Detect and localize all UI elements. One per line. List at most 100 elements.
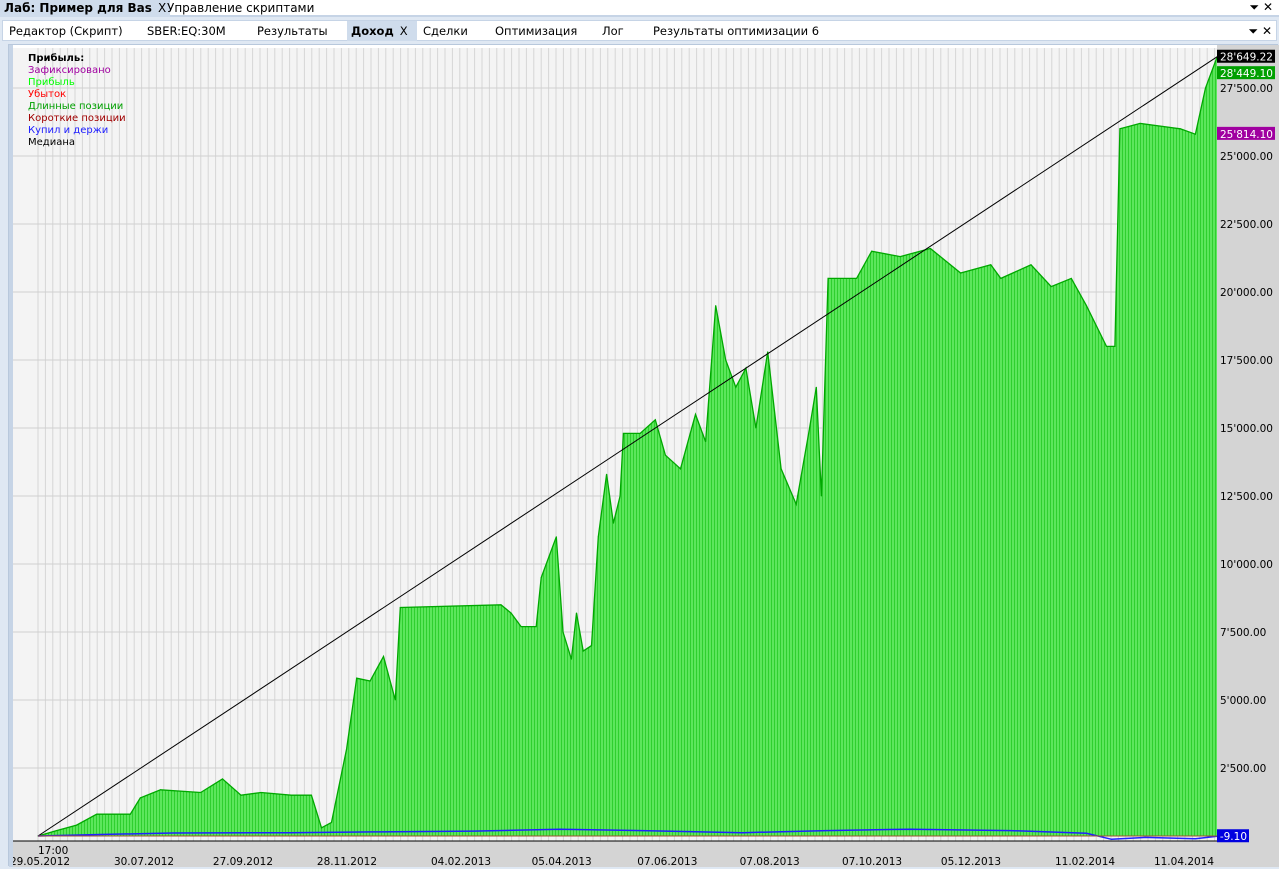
tab-editor[interactable]: Редактор (Скрипт) [5,21,127,41]
x-tick-label: 29.05.2012 [10,856,70,867]
profit-point [399,607,401,609]
profit-point [1000,277,1002,279]
y-tick-label: 25'000.00 [1220,151,1273,163]
legend-item[interactable]: Купил и держи [28,125,108,137]
profit-point [129,813,131,815]
profit-point [639,432,641,434]
y-tick-label: 5'000.00 [1220,695,1266,707]
profit-point [510,612,512,614]
value-badge-label: 25'814.10 [1220,129,1273,141]
profit-point [346,748,348,750]
profit-point [1194,133,1196,135]
profit-point [695,413,697,415]
tab-results[interactable]: Результаты [253,21,332,41]
profit-point [1070,277,1072,279]
profit-point [767,351,769,353]
profit-point [820,495,822,497]
legend-item[interactable]: Короткие позиции [28,113,126,125]
x-tick-label: 30.07.2012 [114,856,174,867]
profit-point [1050,286,1052,288]
profit-point [260,791,262,793]
profit-point [664,454,666,456]
profit-point [705,441,707,443]
profit-point [827,277,829,279]
value-badge-label: -9.10 [1220,831,1247,843]
profit-point [555,536,557,538]
x-tick-label: 28.11.2012 [317,856,377,867]
profit-point [582,650,584,652]
window-tabbar: Лаб: Пример для Bas X Управление скриптам… [0,0,1279,17]
x-tick-label: 27.09.2012 [213,856,273,867]
profit-point [76,824,78,826]
window-tab-scripts[interactable]: Управление скриптами [163,0,318,17]
y-tick-label: 10'000.00 [1220,559,1273,571]
profit-point [369,680,371,682]
profit-point [310,794,312,796]
profit-point [394,699,396,701]
time-label: 17:00 [38,845,68,857]
legend-item[interactable]: Убыток [28,89,66,101]
profit-point [856,277,858,279]
profit-point [735,386,737,388]
profit-point [222,778,224,780]
panel-border [9,45,13,867]
x-tick-label: 07.10.2013 [842,856,902,867]
profit-point [55,830,57,832]
profit-point [780,468,782,470]
profit-point [606,473,608,475]
x-tick-label: 07.08.2013 [740,856,800,867]
profit-point [356,677,358,679]
window-tab-lab[interactable]: Лаб: Пример для Bas X [0,0,171,17]
tab-label: Доход [351,24,394,38]
income-chart[interactable]: 2'500.00 5'000.00 7'500.00 10'000.00 12'500.… [9,45,1279,867]
profit-point [1085,305,1087,307]
profit-point [725,359,727,361]
legend-item[interactable]: Медиана [28,137,75,149]
legend-title: Прибыль: [28,53,85,64]
tab-deals[interactable]: Сделки [419,21,472,41]
profit-point [383,655,385,657]
profit-point [591,645,593,647]
legend-item[interactable]: Прибыль [28,77,75,89]
profit-point [96,813,98,815]
profit-point [159,789,161,791]
y-axis-area [1217,45,1279,841]
profit-point [990,264,992,266]
y-tick-label: 12'500.00 [1220,491,1273,503]
y-tick-label: 7'500.00 [1220,627,1266,639]
close-icon[interactable]: X [400,24,408,38]
menu-dropdown-icon[interactable]: ⏷ [1249,24,1259,38]
legend-item[interactable]: Длинные позиции [28,101,123,113]
profit-point [715,305,717,307]
tab-symbol[interactable]: SBER:EQ:30M [143,21,230,41]
tab-optimization[interactable]: Оптимизация [491,21,581,41]
profit-point [200,791,202,793]
x-tick-label: 05.12.2013 [941,856,1001,867]
profit-point [809,427,811,429]
profit-point [679,468,681,470]
profit-point [795,503,797,505]
tab-optimization-results[interactable]: Результаты оптимизации 6 [649,21,823,41]
close-icon[interactable]: ✕ [1262,24,1272,38]
profit-point [899,256,901,258]
y-tick-label: 17'500.00 [1220,355,1273,367]
profit-point [755,427,757,429]
x-tick-label: 04.02.2013 [431,856,491,867]
value-badge-label: 28'649.22 [1220,52,1273,64]
profit-point [575,612,577,614]
close-icon[interactable]: ✕ [1263,0,1273,14]
menu-dropdown-icon[interactable]: ⏷ [1250,0,1260,14]
window-controls: ⏷ ✕ [1250,0,1274,15]
income-chart-panel: 2'500.00 5'000.00 7'500.00 10'000.00 12'500.… [8,44,1279,867]
y-tick-label: 20'000.00 [1220,287,1273,299]
profit-point [929,247,931,249]
profit-point [597,536,599,538]
profit-point [331,821,333,823]
x-tick-label: 07.06.2013 [637,856,697,867]
tab-log[interactable]: Лог [598,21,628,41]
profit-point [1179,128,1181,130]
profit-point [139,797,141,799]
tab-income[interactable]: Доход X [347,21,417,41]
legend-item[interactable]: Зафиксировано [28,65,111,77]
profit-point [960,272,962,274]
